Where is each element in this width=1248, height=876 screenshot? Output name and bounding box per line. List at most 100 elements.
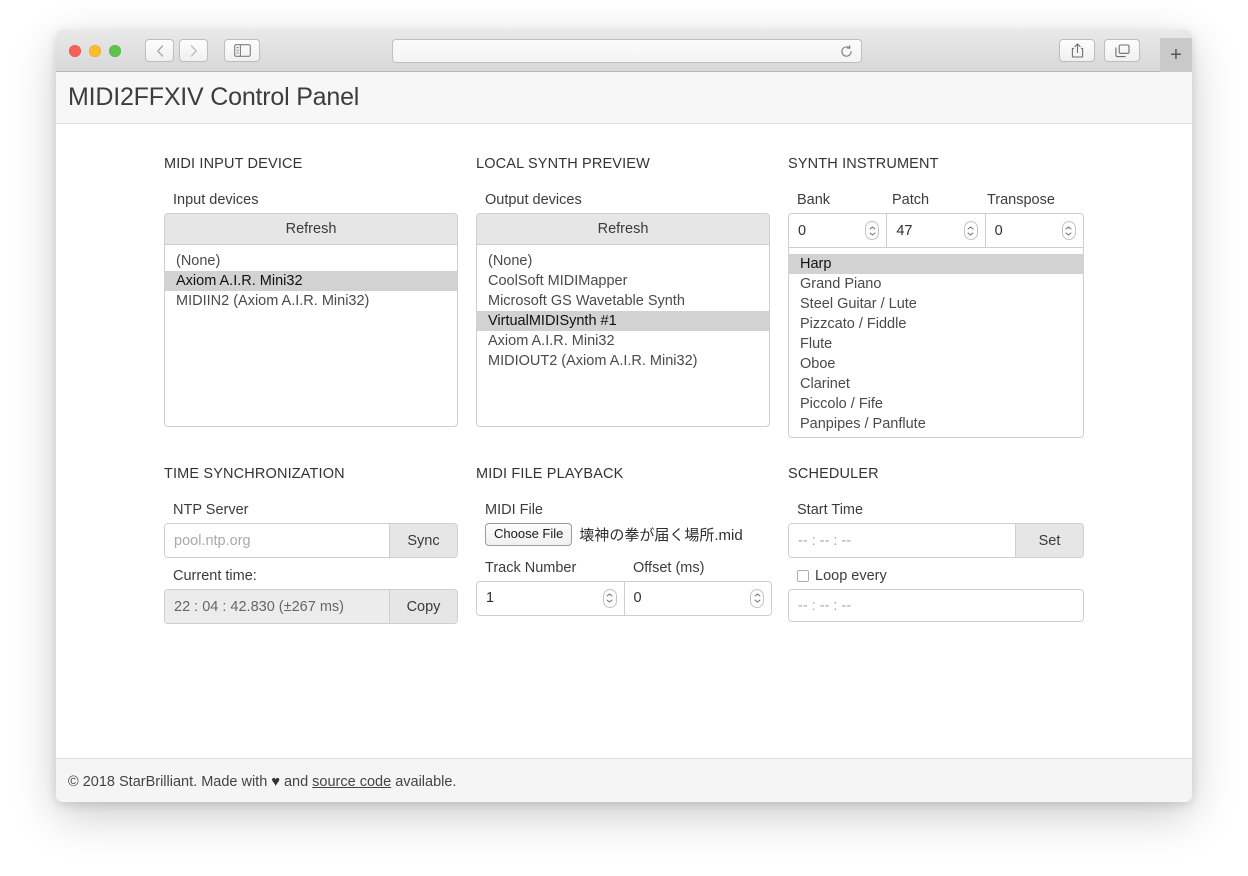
close-window-button[interactable] — [69, 44, 81, 57]
ntp-server-label: NTP Server — [173, 502, 249, 518]
input-devices-list[interactable]: (None) Axiom A.I.R. Mini32 MIDIIN2 (Axio… — [165, 245, 457, 426]
synth-param-labels: Bank Patch Transpose — [788, 192, 1072, 208]
list-item[interactable]: MIDIOUT2 (Axiom A.I.R. Mini32) — [477, 351, 769, 371]
list-item[interactable]: VirtualMIDISynth #1 — [477, 311, 769, 331]
loop-every-row[interactable]: Loop every — [797, 568, 1072, 584]
input-devices-label: Input devices — [173, 192, 259, 208]
offset-spinner-icon[interactable] — [750, 588, 764, 608]
chevron-down-icon — [754, 599, 760, 603]
bank-spinner-icon[interactable] — [865, 221, 880, 240]
list-item[interactable]: Panpipes / Panflute — [789, 414, 1083, 434]
sidebar-toggle-button[interactable] — [224, 39, 260, 62]
synth-instrument-panel: SYNTH INSTRUMENT Bank Patch Transpose 0 — [788, 156, 1084, 438]
address-bar[interactable] — [392, 39, 862, 63]
sidebar-toggle-icon — [233, 44, 251, 57]
bank-stepper[interactable]: 0 — [789, 214, 888, 247]
time-sync-section-title: TIME SYNCHRONIZATION — [164, 466, 345, 482]
current-time-group: 22 : 04 : 42.830 (±267 ms) Copy — [164, 589, 458, 624]
footer-copyright: © 2018 StarBrilliant. Made with — [68, 774, 272, 790]
copy-button[interactable]: Copy — [389, 590, 457, 623]
back-button[interactable] — [145, 39, 174, 62]
sync-button[interactable]: Sync — [389, 524, 457, 557]
current-time-value: 22 : 04 : 42.830 (±267 ms) — [165, 590, 389, 623]
reload-button[interactable] — [840, 44, 853, 58]
toolbar-right-buttons — [1059, 39, 1140, 62]
loop-every-checkbox[interactable] — [797, 570, 809, 582]
source-code-link[interactable]: source code — [312, 774, 391, 790]
local-synth-preview-panel: LOCAL SYNTH PREVIEW Output devices Refre… — [476, 156, 788, 438]
list-item[interactable]: MIDIIN2 (Axiom A.I.R. Mini32) — [165, 291, 457, 311]
chevron-down-icon — [869, 232, 876, 235]
scheduler-panel: SCHEDULER Start Time -- : -- : -- Set Lo… — [788, 466, 1084, 624]
list-item[interactable]: Axiom A.I.R. Mini32 — [165, 271, 457, 291]
list-item[interactable]: Harp — [789, 254, 1083, 274]
page-content: MIDI INPUT DEVICE Input devices Refresh … — [56, 124, 1192, 758]
instrument-list[interactable]: Harp Grand Piano Steel Guitar / Lute Piz… — [788, 248, 1084, 438]
chevron-up-icon — [967, 226, 974, 229]
choose-file-button[interactable]: Choose File — [485, 523, 573, 546]
panel-grid: MIDI INPUT DEVICE Input devices Refresh … — [164, 156, 1084, 624]
list-item[interactable]: Microsoft GS Wavetable Synth — [477, 291, 769, 311]
offset-stepper[interactable]: 0 — [624, 581, 771, 615]
list-item[interactable]: Steel Guitar / Lute — [789, 294, 1083, 314]
forward-button[interactable] — [179, 39, 208, 62]
patch-spinner-icon[interactable] — [963, 221, 978, 240]
output-devices-listbox[interactable]: Refresh (None) CoolSoft MIDIMapper Micro… — [476, 213, 770, 427]
output-devices-list[interactable]: (None) CoolSoft MIDIMapper Microsoft GS … — [477, 245, 769, 426]
transpose-stepper[interactable]: 0 — [985, 214, 1083, 247]
heart-icon: ♥ — [271, 774, 280, 790]
list-item[interactable]: Flute — [789, 334, 1083, 354]
list-item[interactable]: (None) — [165, 251, 457, 271]
list-item[interactable]: Oboe — [789, 354, 1083, 374]
share-button[interactable] — [1059, 39, 1095, 62]
track-number-stepper[interactable]: 1 — [477, 581, 625, 615]
list-item[interactable]: Piccolo / Fife — [789, 394, 1083, 414]
chevron-down-icon — [1065, 232, 1072, 235]
transpose-label: Transpose — [986, 192, 1055, 208]
list-item[interactable]: CoolSoft MIDIMapper — [477, 271, 769, 291]
chevron-down-icon — [606, 599, 613, 603]
ntp-server-input[interactable]: pool.ntp.org — [165, 524, 389, 557]
list-item[interactable]: Clarinet — [789, 374, 1083, 394]
set-button[interactable]: Set — [1015, 524, 1083, 557]
page-footer: © 2018 StarBrilliant. Made with ♥ and so… — [56, 758, 1192, 802]
transpose-spinner-icon[interactable] — [1061, 221, 1076, 240]
maximize-window-button[interactable] — [109, 44, 121, 57]
list-item[interactable]: (None) — [477, 251, 769, 271]
midi-file-playback-panel: MIDI FILE PLAYBACK MIDI File Choose File… — [476, 466, 788, 624]
midi-input-section-title: MIDI INPUT DEVICE — [164, 156, 303, 172]
time-synchronization-panel: TIME SYNCHRONIZATION NTP Server pool.ntp… — [164, 466, 476, 624]
bank-value: 0 — [798, 222, 807, 239]
synth-param-inputs: 0 47 0 — [788, 213, 1084, 248]
synth-instrument-section-title: SYNTH INSTRUMENT — [788, 156, 939, 172]
scheduler-section-title: SCHEDULER — [788, 466, 879, 482]
refresh-input-devices-button[interactable]: Refresh — [165, 214, 457, 245]
midi-playback-section-title: MIDI FILE PLAYBACK — [476, 466, 624, 482]
midi-input-device-panel: MIDI INPUT DEVICE Input devices Refresh … — [164, 156, 476, 438]
input-devices-listbox[interactable]: Refresh (None) Axiom A.I.R. Mini32 MIDII… — [164, 213, 458, 427]
playback-param-labels: Track Number Offset (ms) — [476, 560, 776, 576]
list-item[interactable]: Axiom A.I.R. Mini32 — [477, 331, 769, 351]
chevron-left-icon — [156, 44, 163, 57]
minimize-window-button[interactable] — [89, 44, 101, 57]
browser-window: + MIDI2FFXIV Control Panel MIDI INPUT DE… — [56, 30, 1192, 802]
chevron-up-icon — [754, 593, 760, 597]
track-number-spinner-icon[interactable] — [602, 588, 617, 608]
offset-label: Offset (ms) — [633, 559, 705, 576]
list-item[interactable]: Grand Piano — [789, 274, 1083, 294]
patch-stepper[interactable]: 47 — [887, 214, 986, 247]
refresh-output-devices-button[interactable]: Refresh — [477, 214, 769, 245]
chevron-up-icon — [606, 593, 613, 597]
new-tab-label: + — [1170, 44, 1182, 66]
chevron-up-icon — [1065, 226, 1072, 229]
start-time-group: -- : -- : -- Set — [788, 523, 1084, 558]
loop-interval-input[interactable]: -- : -- : -- — [788, 589, 1084, 622]
local-synth-section-title: LOCAL SYNTH PREVIEW — [476, 156, 650, 172]
start-time-label: Start Time — [797, 502, 864, 518]
start-time-input[interactable]: -- : -- : -- — [789, 524, 1015, 557]
list-item[interactable]: Pizzcato / Fiddle — [789, 314, 1083, 334]
footer-conjunction: and — [279, 774, 313, 790]
chevron-right-icon — [190, 44, 197, 57]
new-tab-button[interactable]: + — [1160, 38, 1192, 72]
show-tabs-button[interactable] — [1104, 39, 1140, 62]
